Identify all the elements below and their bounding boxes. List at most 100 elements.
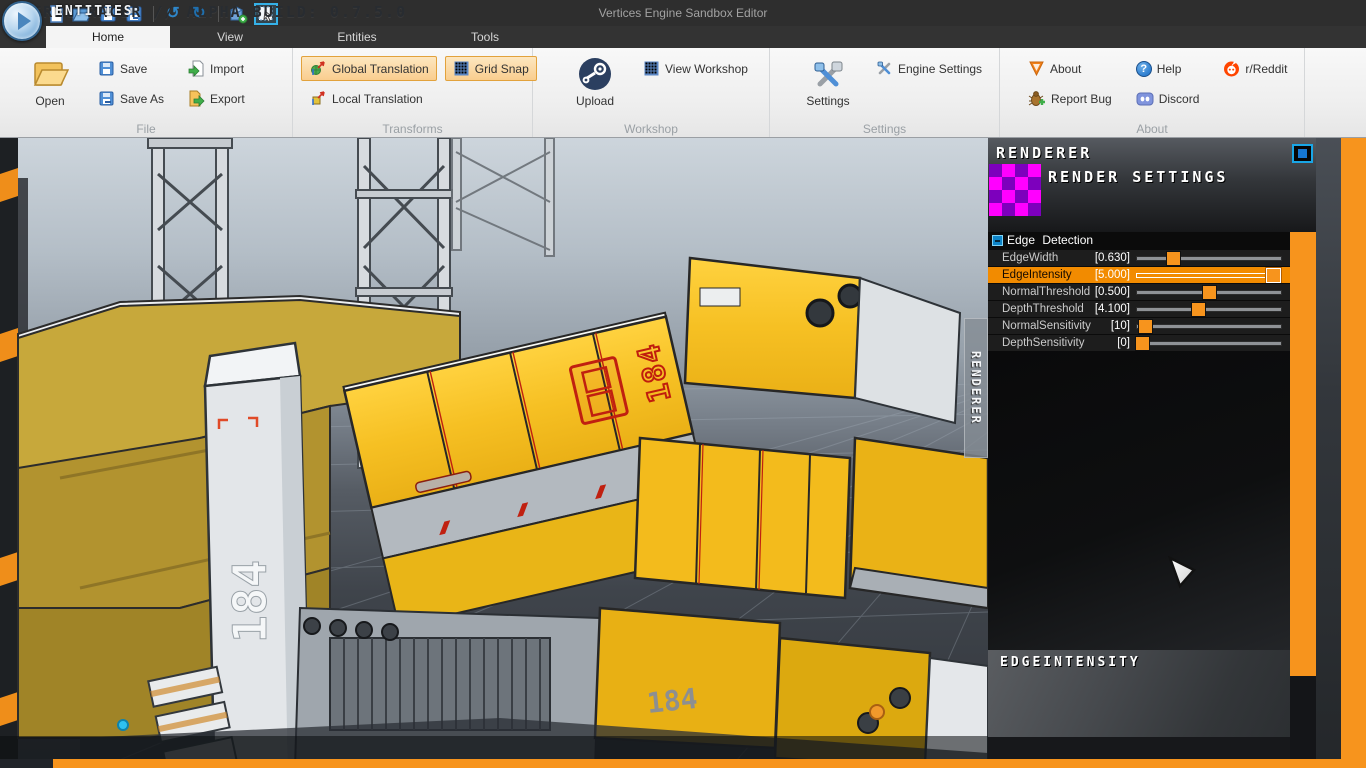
open-label: Open xyxy=(35,94,64,108)
viewport-status-bar xyxy=(0,736,988,759)
bottom-accent-bar xyxy=(53,759,1366,768)
slider-track[interactable] xyxy=(1136,324,1282,329)
edge-detection-properties: Edge Detection EdgeWidth [0.630] EdgeInt… xyxy=(988,232,1290,351)
tab-view[interactable]: View xyxy=(195,26,265,48)
renderer-panel-title: RENDERER xyxy=(996,144,1092,162)
save-button[interactable]: Save xyxy=(90,56,172,81)
panel-preview-area xyxy=(988,351,1290,650)
open-folder-big-icon xyxy=(31,56,69,92)
slider-row-edgewidth: EdgeWidth [0.630] xyxy=(988,249,1290,266)
entities-status-label[interactable]: ENTITIES xyxy=(55,4,134,19)
grid-snap-button[interactable]: Grid Snap xyxy=(445,56,537,81)
ribbon-group-file: Open Save Save As Import xyxy=(0,48,293,137)
slider-value: [10] xyxy=(1111,318,1130,335)
upload-button[interactable]: Upload xyxy=(563,53,627,108)
import-icon xyxy=(188,60,205,77)
viewport-3d-scene[interactable]: 184 184 xyxy=(0,138,988,768)
export-icon xyxy=(188,90,205,107)
group-label-settings: Settings xyxy=(770,122,999,136)
renderer-side-tab[interactable]: RENDERER xyxy=(964,318,988,458)
tab-tools[interactable]: Tools xyxy=(455,26,515,48)
slider-thumb[interactable] xyxy=(1135,336,1150,351)
reddit-icon xyxy=(1223,60,1240,77)
vertices-logo-icon xyxy=(1028,60,1045,77)
minus-icon xyxy=(995,240,1000,242)
slider-thumb[interactable] xyxy=(1191,302,1206,317)
save-as-button[interactable]: Save As xyxy=(90,86,172,111)
settings-button[interactable]: Settings xyxy=(796,53,860,108)
slider-row-depththreshold: DepthThreshold [4.100] xyxy=(988,300,1290,317)
bug-report-icon xyxy=(1028,90,1046,107)
local-translation-label: Local Translation xyxy=(332,92,423,106)
collapse-section-button[interactable] xyxy=(992,235,1003,246)
tab-entities[interactable]: Entities xyxy=(322,26,392,48)
slider-thumb[interactable] xyxy=(1266,268,1281,283)
discord-label: Discord xyxy=(1159,92,1200,106)
local-translation-button[interactable]: Local Translation xyxy=(301,86,437,111)
save-as-label: Save As xyxy=(120,92,164,106)
group-label-about: About xyxy=(1000,122,1304,136)
hull-marking-184-vertical: 184 xyxy=(223,560,277,643)
report-bug-button[interactable]: Report Bug xyxy=(1020,86,1120,111)
editor-window: Vertices Engine Sandbox Editor ↺ ↻ xyxy=(0,0,1366,768)
slider-value: [0.630] xyxy=(1095,250,1130,267)
global-translation-icon xyxy=(309,60,327,77)
reddit-button[interactable]: r/Reddit xyxy=(1215,56,1295,81)
export-button[interactable]: Export xyxy=(180,86,253,111)
slider-track[interactable] xyxy=(1136,290,1282,295)
scene-render: 184 184 xyxy=(0,138,988,768)
panel-bottom-bar xyxy=(988,737,1290,759)
about-button[interactable]: About xyxy=(1020,56,1120,81)
save-label: Save xyxy=(120,62,147,76)
group-label-transforms: Transforms xyxy=(293,122,532,136)
active-property-label: EDGEINTENSITY xyxy=(1000,655,1141,670)
slider-row-depthsensitivity: DepthSensitivity [0] xyxy=(988,334,1290,351)
global-translation-button[interactable]: Global Translation xyxy=(301,56,437,81)
view-workshop-label: View Workshop xyxy=(665,62,748,76)
slider-thumb[interactable] xyxy=(1166,251,1181,266)
engine-settings-button[interactable]: Engine Settings xyxy=(868,56,990,81)
slider-row-edgeintensity: EdgeIntensity [5.000] xyxy=(988,266,1290,283)
group-label-file: File xyxy=(0,122,292,136)
panel-dock-button[interactable] xyxy=(1292,144,1313,163)
engine-settings-label: Engine Settings xyxy=(898,62,982,76)
dock-icon xyxy=(1298,149,1307,158)
slider-track[interactable] xyxy=(1136,256,1282,261)
slider-value: [0] xyxy=(1117,335,1130,352)
view-workshop-button[interactable]: View Workshop xyxy=(635,56,756,81)
ribbon-group-settings: Settings Engine Settings Settings xyxy=(770,48,1000,137)
discord-icon xyxy=(1136,91,1154,107)
engine-settings-icon xyxy=(876,60,893,77)
settings-tools-icon xyxy=(810,56,846,92)
renderer-side-tab-label: RENDERER xyxy=(969,351,983,425)
discord-button[interactable]: Discord xyxy=(1128,86,1208,111)
ribbon: Open Save Save As Import xyxy=(0,48,1366,138)
slider-track[interactable] xyxy=(1136,273,1282,278)
right-accent-bar xyxy=(1341,138,1366,768)
help-button[interactable]: ? Help xyxy=(1128,56,1208,81)
slider-label: DepthThreshold xyxy=(1002,301,1084,318)
app-menu-button[interactable] xyxy=(2,1,42,41)
global-translation-label: Global Translation xyxy=(332,62,429,76)
steam-upload-icon xyxy=(577,56,613,92)
slider-track[interactable] xyxy=(1136,307,1282,312)
ribbon-group-workshop: Upload View Workshop Workshop xyxy=(533,48,770,137)
import-button[interactable]: Import xyxy=(180,56,253,81)
tab-home[interactable]: Home xyxy=(46,26,170,48)
slider-track[interactable] xyxy=(1136,341,1282,346)
slider-label: NormalThreshold xyxy=(1002,284,1090,301)
settings-label: Settings xyxy=(806,94,849,108)
section-header: Edge Detection xyxy=(988,232,1290,249)
slider-label: NormalSensitivity xyxy=(1002,318,1091,335)
slider-thumb[interactable] xyxy=(1202,285,1217,300)
ribbon-tab-bar: Home View Entities Tools xyxy=(0,26,1366,48)
section-title: Edge Detection xyxy=(1007,232,1093,249)
missing-texture-thumbnail xyxy=(989,164,1041,216)
group-label-workshop: Workshop xyxy=(533,122,769,136)
report-bug-label: Report Bug xyxy=(1051,92,1112,106)
slider-thumb[interactable] xyxy=(1138,319,1153,334)
ribbon-spacer xyxy=(1305,48,1366,137)
open-button[interactable]: Open xyxy=(18,53,82,108)
slider-value: [4.100] xyxy=(1095,301,1130,318)
slider-row-normalsensitivity: NormalSensitivity [10] xyxy=(988,317,1290,334)
